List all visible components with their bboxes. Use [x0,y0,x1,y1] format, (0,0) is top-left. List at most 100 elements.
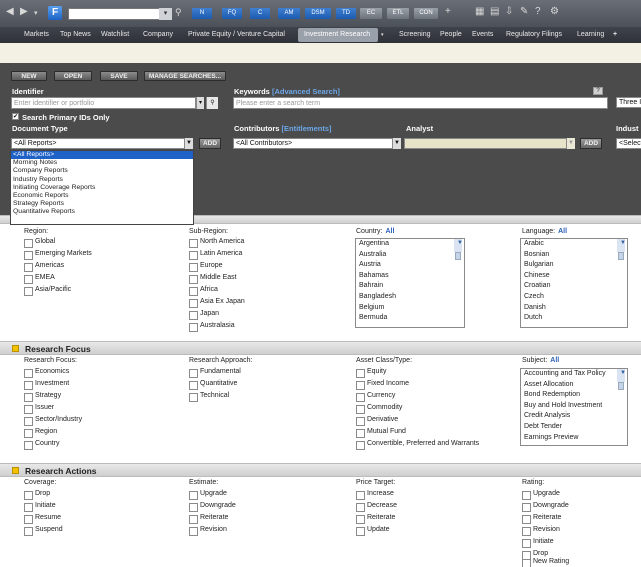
primary-ids-checkbox[interactable]: ✔ [12,113,19,120]
region-checkbox-global[interactable]: Global [24,238,55,248]
download-icon[interactable]: ⇩ [505,6,513,17]
toolbar-button-am[interactable]: AM [278,8,300,19]
approach-checkbox-technical[interactable]: Technical [189,392,229,402]
document-type-option[interactable]: Initiating Coverage Reports [11,184,193,192]
list-item[interactable]: Bond Redemption [521,390,627,401]
subject-all-link[interactable]: All [550,357,559,364]
focus-checkbox-sector-industry[interactable]: Sector/Industry [24,416,82,426]
document-type-add-button[interactable]: ADD [199,138,221,149]
list-item[interactable]: Chinese [521,271,627,282]
nav-people[interactable]: People [440,31,462,38]
rating-checkbox-reiterate[interactable]: Reiterate [522,514,561,524]
industry-select[interactable]: <Select [616,138,641,149]
nav-learning[interactable]: Learning [577,31,604,38]
subject-scrollbar[interactable]: ▲ ▼ [617,369,627,390]
language-scrollbar[interactable]: ▲ ▼ [617,239,627,260]
estimate-checkbox-revision[interactable]: Revision [189,526,227,536]
list-item[interactable]: Dutch [521,313,627,324]
language-all-link[interactable]: All [558,228,567,235]
subregion-checkbox-asia-ex-japan[interactable]: Asia Ex Japan [189,298,245,308]
document-type-option[interactable]: <All Reports> [11,151,193,160]
focus-checkbox-issuer[interactable]: Issuer [24,404,54,414]
history-dropdown-icon[interactable]: ▾ [34,9,38,17]
list-item[interactable]: Bulgarian [521,260,627,271]
nav-regulatory-filings[interactable]: Regulatory Filings [506,31,562,38]
subregion-checkbox-middle-east[interactable]: Middle East [189,274,237,284]
toolbar-button-td[interactable]: TD [336,8,356,19]
settings-icon[interactable]: ⚙ [550,6,559,17]
save-button[interactable]: SAVE [100,71,138,81]
research-focus-header[interactable]: Research Focus [0,341,641,355]
scroll-thumb[interactable] [618,252,624,260]
subregion-checkbox-africa[interactable]: Africa [189,286,218,296]
document-type-dropdown-icon[interactable]: ▼ [184,138,193,149]
analyst-input[interactable] [404,138,568,149]
manage-searches-button[interactable]: MANAGE SEARCHES... [144,71,226,81]
nav-dropdown-icon[interactable]: ▾ [381,32,384,38]
coverage-checkbox-initiate[interactable]: Initiate [24,502,56,512]
nav-markets[interactable]: Markets [24,31,49,38]
document-type-options[interactable]: <All Reports> Morning Notes Company Repo… [10,150,194,225]
nav-screening[interactable]: Screening [399,31,431,38]
identifier-dropdown-icon[interactable]: ▾ [196,97,204,109]
nav-investment-research[interactable]: Investment Research [304,31,370,38]
analyst-dropdown-icon[interactable]: ▼ [566,138,575,149]
list-item[interactable]: Argentina [356,239,464,250]
layout-icon[interactable]: ▦ [475,6,484,17]
list-item[interactable]: Bangladesh [356,292,464,303]
country-scrollbar[interactable]: ▲ ▼ [454,239,464,260]
document-type-option[interactable]: Company Reports [11,167,193,175]
asset-checkbox-mutual-fund[interactable]: Mutual Fund [356,428,406,438]
region-checkbox-emea[interactable]: EMEA [24,274,55,284]
focus-checkbox-investment[interactable]: Investment [24,380,69,390]
section-collapse-icon[interactable] [12,345,19,352]
asset-checkbox-fixed-income[interactable]: Fixed Income [356,380,409,390]
nav-private-equity[interactable]: Private Equity / Venture Capital [188,31,285,38]
print-icon[interactable]: ▤ [490,6,499,17]
coverage-checkbox-drop[interactable]: Drop [24,490,50,500]
region-checkbox-asia-pacific[interactable]: Asia/Pacific [24,286,71,296]
price-checkbox-increase[interactable]: Increase [356,490,394,500]
country-list[interactable]: Argentina Australia Austria Bahamas Bahr… [355,238,465,328]
back-icon[interactable]: ◀ [6,6,14,17]
command-input[interactable] [68,8,172,20]
scroll-thumb[interactable] [455,252,461,260]
scroll-down-icon[interactable]: ▼ [617,369,626,378]
subregion-checkbox-europe[interactable]: Europe [189,262,223,272]
asset-checkbox-equity[interactable]: Equity [356,368,386,378]
toolbar-button-etl[interactable]: ETL [387,8,409,19]
toolbar-button-con[interactable]: CON [414,8,438,19]
list-item[interactable]: Earnings Preview [521,433,627,444]
rating-checkbox-new-rating[interactable]: New Rating [522,558,569,567]
region-checkbox-emerging-markets[interactable]: Emerging Markets [24,250,92,260]
document-type-option[interactable]: Industry Reports [11,176,193,184]
asset-checkbox-currency[interactable]: Currency [356,392,395,402]
focus-checkbox-country[interactable]: Country [24,440,60,450]
search-icon[interactable]: ⚲ [175,7,182,18]
focus-checkbox-region[interactable]: Region [24,428,57,438]
document-type-option[interactable]: Economic Reports [11,192,193,200]
factset-logo[interactable]: F [48,6,62,20]
list-item[interactable]: Austria [356,260,464,271]
list-item[interactable]: Asset Allocation [521,380,627,391]
new-button[interactable]: NEW [11,71,47,81]
list-item[interactable]: Belgium [356,303,464,314]
scroll-down-icon[interactable]: ▼ [617,239,626,248]
contributors-dropdown-icon[interactable]: ▼ [392,138,401,149]
forward-icon[interactable]: ▶ [20,6,28,17]
asset-checkbox-convertible[interactable]: Convertible, Preferred and Warrants [356,440,479,450]
toolbar-button-dsm[interactable]: DSM [305,8,331,19]
nav-top-news[interactable]: Top News [60,31,91,38]
document-type-select[interactable]: <All Reports> [11,138,185,149]
approach-checkbox-quantitative[interactable]: Quantitative [189,380,237,390]
focus-checkbox-strategy[interactable]: Strategy [24,392,61,402]
coverage-checkbox-resume[interactable]: Resume [24,514,61,524]
keywords-help-icon[interactable]: ? [593,87,603,95]
list-item[interactable]: Bosnian [521,250,627,261]
list-item[interactable]: Buy and Hold Investment [521,401,627,412]
list-item[interactable]: Czech [521,292,627,303]
research-actions-header[interactable]: Research Actions [0,463,641,477]
price-checkbox-decrease[interactable]: Decrease [356,502,397,512]
document-type-option[interactable]: Strategy Reports [11,200,193,208]
analyst-add-button[interactable]: ADD [580,138,602,149]
